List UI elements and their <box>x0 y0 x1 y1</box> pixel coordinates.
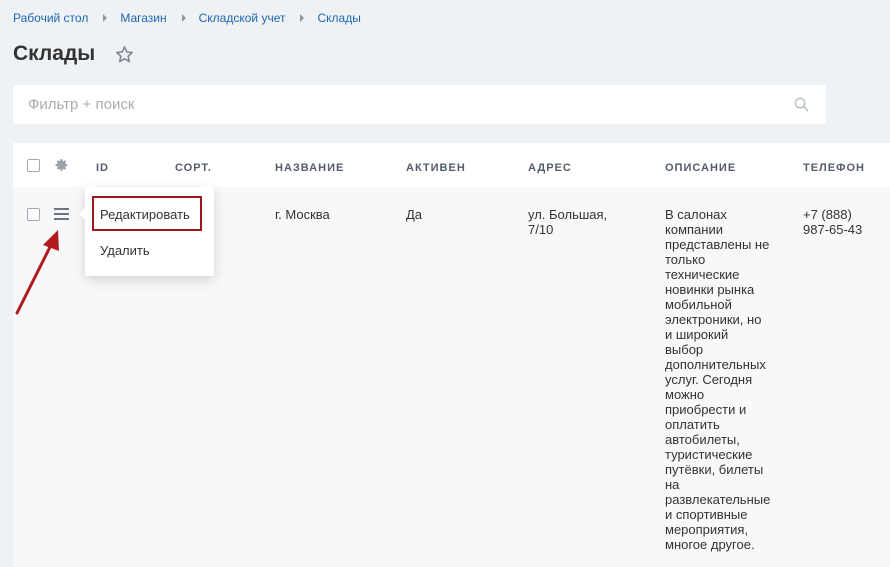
filter-search-input[interactable] <box>13 85 773 124</box>
cell-phone-line: 987-65-43 <box>803 222 863 237</box>
column-header-active[interactable]: АКТИВЕН <box>406 162 466 174</box>
column-header-sort[interactable]: СОРТ. <box>175 162 212 174</box>
filter-search-bar <box>13 85 826 124</box>
cell-active: Да <box>406 207 423 222</box>
breadcrumb-separator-icon <box>300 14 305 22</box>
column-header-address[interactable]: АДРЕС <box>528 162 572 174</box>
cell-description-line: мобильной <box>665 297 732 312</box>
star-icon[interactable] <box>115 45 134 64</box>
cell-description-line: услуг. Сегодня <box>665 372 753 387</box>
breadcrumb-inventory[interactable]: Складской учет <box>199 11 286 25</box>
cell-description: В салонах компании представлены не только те… <box>665 207 770 552</box>
cell-description-line: технические <box>665 267 740 282</box>
cell-description-line: многое другое. <box>665 537 755 552</box>
page-title: Склады <box>13 42 96 65</box>
cell-description-line: новинки рынка <box>665 282 755 297</box>
row-checkbox[interactable] <box>27 208 40 221</box>
cell-phone: +7 (888) 987-65-43 <box>803 207 862 237</box>
cell-description-line: автобилеты, <box>665 432 740 447</box>
cell-description-line: и спортивные <box>665 507 748 522</box>
cell-description-line: компании <box>665 222 723 237</box>
cell-description-line: приобрести и <box>665 402 747 417</box>
search-icon[interactable] <box>794 97 809 112</box>
column-header-id[interactable]: ID <box>96 162 109 174</box>
cell-address: ул. Большая, 7/10 <box>528 207 607 237</box>
grid-header: ID СОРТ. НАЗВАНИЕ АКТИВЕН АДРЕС ОПИСАНИЕ… <box>13 143 890 187</box>
cell-description-line: выбор <box>665 342 704 357</box>
cell-description-line: представлены не <box>665 237 770 252</box>
context-menu-pointer <box>79 208 85 220</box>
column-header-name[interactable]: НАЗВАНИЕ <box>275 162 344 174</box>
breadcrumb-shop[interactable]: Магазин <box>120 11 166 25</box>
breadcrumb-warehouses[interactable]: Склады <box>317 11 360 25</box>
cell-description-line: электроники, но <box>665 312 762 327</box>
row-actions-menu-icon[interactable] <box>54 208 69 220</box>
cell-description-line: на <box>665 477 680 492</box>
breadcrumb-separator-icon <box>181 14 186 22</box>
column-header-phone[interactable]: ТЕЛЕФОН <box>803 162 865 174</box>
column-header-description[interactable]: ОПИСАНИЕ <box>665 162 736 174</box>
cell-description-line: развлекательные <box>665 492 771 507</box>
gear-icon[interactable] <box>55 158 69 172</box>
cell-description-line: путёвки, билеты <box>665 462 764 477</box>
cell-description-line: туристические <box>665 447 753 462</box>
cell-description-line: можно <box>665 387 705 402</box>
breadcrumb-separator-icon <box>103 14 108 22</box>
cell-phone-line: +7 (888) <box>803 207 852 222</box>
cell-name: г. Москва <box>275 207 330 222</box>
cell-address-line: 7/10 <box>528 222 554 237</box>
cell-address-line: ул. Большая, <box>528 207 608 222</box>
select-all-checkbox[interactable] <box>27 159 40 172</box>
cell-description-line: оплатить <box>665 417 720 432</box>
breadcrumb-desktop[interactable]: Рабочий стол <box>13 11 88 25</box>
cell-description-line: только <box>665 252 706 267</box>
breadcrumb: Рабочий стол Магазин Складской учет Скла… <box>13 11 361 25</box>
cell-description-line: В салонах <box>665 207 727 222</box>
edit-highlight-frame <box>92 196 202 231</box>
cell-description-line: и широкий <box>665 327 729 342</box>
annotation-arrow-icon <box>15 230 59 315</box>
menu-item-delete[interactable]: Удалить <box>100 243 150 258</box>
cell-description-line: мероприятия, <box>665 522 749 537</box>
cell-description-line: дополнительных <box>665 357 766 372</box>
